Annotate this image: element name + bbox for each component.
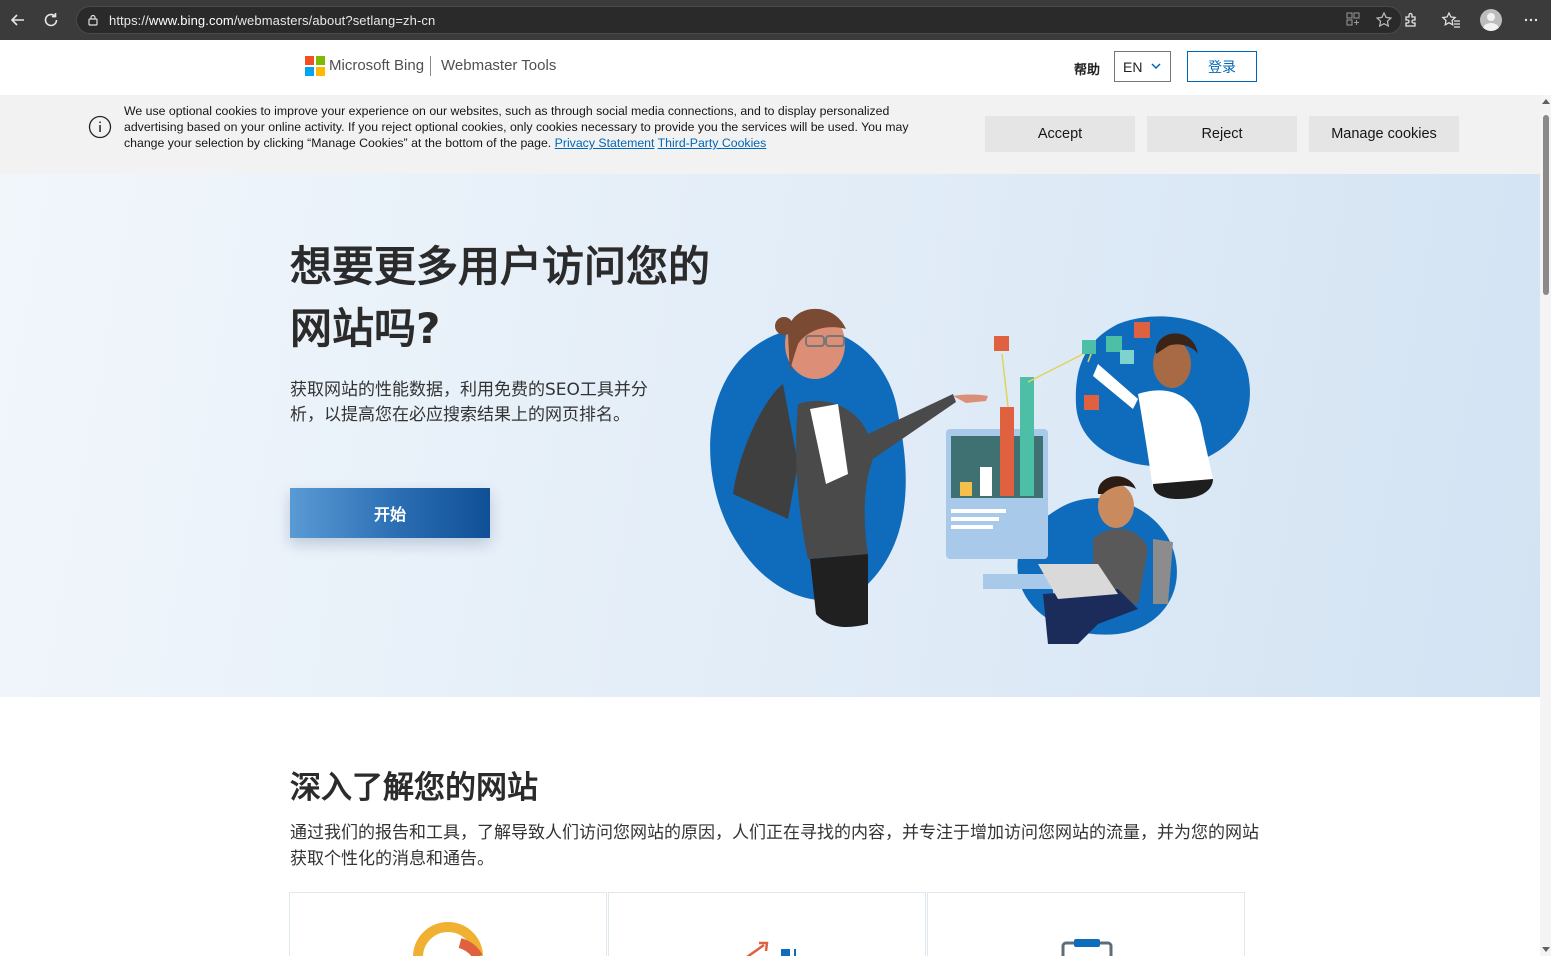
clipboard-icon xyxy=(1061,939,1113,956)
privacy-statement-link[interactable]: Privacy Statement xyxy=(555,136,655,150)
scroll-down-arrow[interactable] xyxy=(1542,947,1550,952)
favorites-icon xyxy=(1441,11,1460,28)
chart-icon xyxy=(746,941,796,956)
feature-card[interactable] xyxy=(289,892,607,956)
more-icon xyxy=(1524,18,1538,22)
extensions-icon xyxy=(1405,12,1416,27)
microsoft-logo-icon[interactable] xyxy=(305,56,325,76)
refresh-icon xyxy=(44,13,58,27)
hero-illustration xyxy=(710,308,1250,644)
third-party-cookies-link[interactable]: Third-Party Cookies xyxy=(658,136,767,150)
cookie-banner: We use optional cookies to improve your … xyxy=(0,95,1540,174)
accept-cookies-button[interactable]: Accept xyxy=(985,116,1135,152)
hero-section: 想要更多用户访问您的网站吗? 获取网站的性能数据，利用免费的SEO工具并分析，以… xyxy=(0,174,1540,697)
extensions-button[interactable] xyxy=(1397,5,1425,35)
info-icon xyxy=(88,115,112,139)
feature-card[interactable] xyxy=(927,892,1245,956)
address-bar[interactable]: https://www.bing.com/webmasters/about?se… xyxy=(76,6,1402,34)
section-description: 通过我们的报告和工具，了解导致人们访问您网站的原因，人们正在寻找的内容，并专注于… xyxy=(290,823,1259,869)
signin-button[interactable]: 登录 xyxy=(1187,51,1257,82)
scrollbar-thumb[interactable] xyxy=(1543,115,1549,295)
site-header: Microsoft Bing Webmaster Tools 帮助 EN 登录 xyxy=(0,40,1540,95)
chevron-down-icon xyxy=(1151,63,1161,70)
reject-cookies-button[interactable]: Reject xyxy=(1147,116,1297,152)
back-icon xyxy=(10,14,24,26)
lock-icon[interactable] xyxy=(85,12,101,28)
help-link[interactable]: 帮助 xyxy=(1074,59,1100,78)
feature-card[interactable] xyxy=(608,892,926,956)
language-value: EN xyxy=(1123,58,1143,75)
more-button[interactable] xyxy=(1517,5,1545,35)
scroll-up-arrow[interactable] xyxy=(1542,99,1550,104)
brand-name[interactable]: Microsoft Bing xyxy=(329,57,424,74)
feature-icon xyxy=(413,922,483,956)
reader-icon[interactable] xyxy=(1345,11,1361,33)
get-started-button[interactable]: 开始 xyxy=(290,488,490,538)
language-select[interactable]: EN xyxy=(1114,51,1171,82)
browser-toolbar: https://www.bing.com/webmasters/about?se… xyxy=(0,0,1551,40)
page-scrollbar[interactable] xyxy=(1540,95,1551,956)
feature-cards xyxy=(289,892,1246,956)
cookie-text: We use optional cookies to improve your … xyxy=(124,104,909,150)
back-button[interactable] xyxy=(3,5,33,35)
hero-description: 获取网站的性能数据，利用免费的SEO工具并分析，以提高您在必应搜索结果上的网页排… xyxy=(290,380,648,425)
profile-icon xyxy=(1480,9,1502,31)
section-title: 深入了解您的网站 xyxy=(290,770,538,806)
refresh-button[interactable] xyxy=(36,5,66,35)
product-name[interactable]: Webmaster Tools xyxy=(441,57,556,74)
profile-button[interactable] xyxy=(1477,5,1505,35)
hero-title: 想要更多用户访问您的网站吗? xyxy=(290,242,711,353)
url-text: https://www.bing.com/webmasters/about?se… xyxy=(109,12,436,28)
favorites-button[interactable] xyxy=(1437,5,1465,35)
favorite-icon[interactable] xyxy=(1375,11,1393,33)
brand-divider xyxy=(430,56,431,76)
page-content: Microsoft Bing Webmaster Tools 帮助 EN 登录 … xyxy=(0,40,1540,956)
manage-cookies-button[interactable]: Manage cookies xyxy=(1309,116,1459,152)
